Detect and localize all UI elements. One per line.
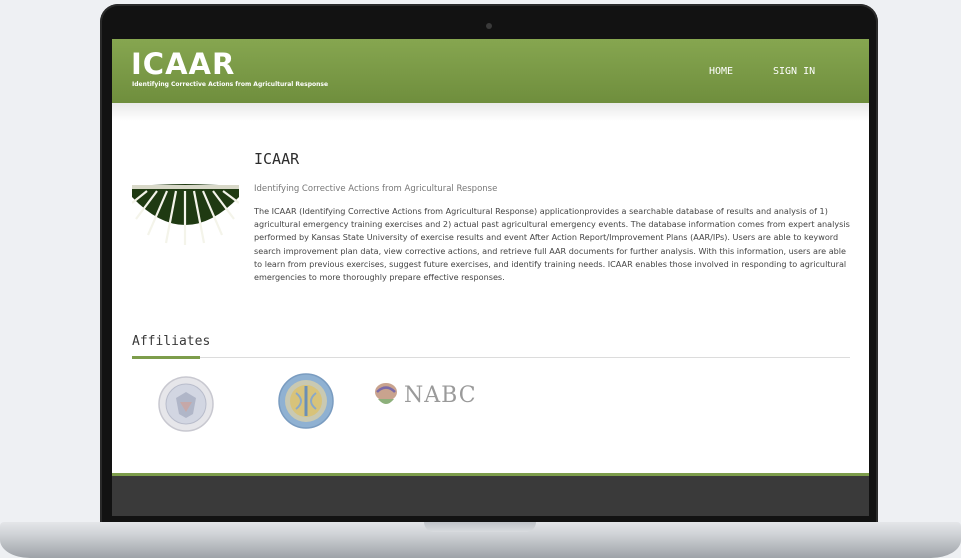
camera-icon <box>486 23 492 29</box>
field-rows-image <box>132 184 239 245</box>
nabc-logo[interactable]: NABC <box>374 379 477 411</box>
affiliates-divider <box>132 357 850 358</box>
laptop-notch <box>424 522 536 532</box>
browser-screen: ICAAR Identifying Corrective Actions fro… <box>112 39 869 516</box>
site-header: ICAAR Identifying Corrective Actions fro… <box>112 39 869 103</box>
site-logo-subtitle: Identifying Corrective Actions from Agri… <box>132 81 329 88</box>
site-logo[interactable]: ICAAR <box>131 48 235 80</box>
header-shadow <box>112 103 869 121</box>
nav-sign-in-link[interactable]: SIGN IN <box>773 66 815 77</box>
dhs-seal-icon[interactable] <box>158 376 214 432</box>
nav-home-link[interactable]: HOME <box>709 66 733 77</box>
affiliates-heading: Affiliates <box>132 334 211 349</box>
affiliates-accent <box>132 356 200 359</box>
site-footer <box>112 476 869 516</box>
usda-seal-icon[interactable] <box>278 373 334 429</box>
page-title: ICAAR <box>254 150 300 168</box>
page-description: The ICAAR (Identifying Corrective Action… <box>254 206 850 283</box>
nabc-logo-icon <box>375 383 397 404</box>
page-subtitle: Identifying Corrective Actions from Agri… <box>254 184 498 194</box>
nabc-logo-text: NABC <box>404 382 477 408</box>
